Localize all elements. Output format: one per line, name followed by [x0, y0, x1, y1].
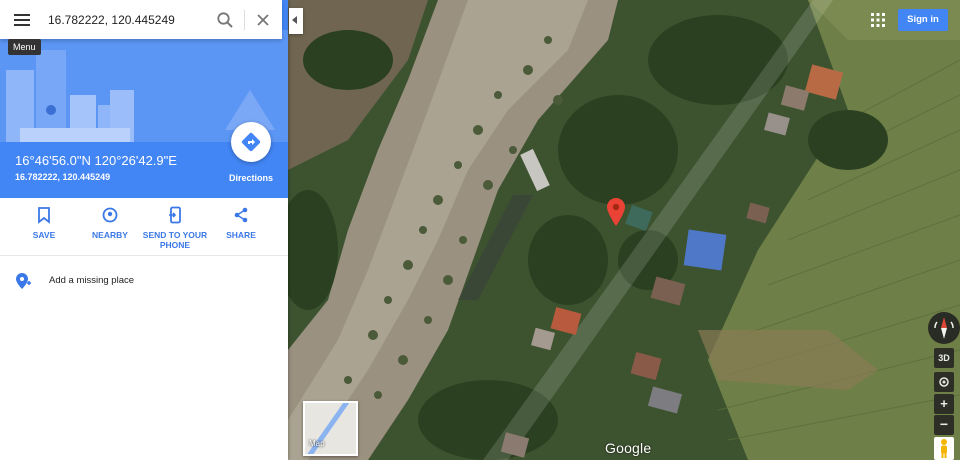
- share-icon: [234, 207, 248, 223]
- tilt-icon: [939, 377, 949, 387]
- nearby-button[interactable]: NEARBY: [77, 206, 143, 240]
- map-layer-toggle[interactable]: Map: [303, 401, 358, 456]
- save-button[interactable]: SAVE: [11, 206, 77, 240]
- 3d-toggle-button[interactable]: 3D: [934, 348, 954, 368]
- action-bar: SAVE NEARBY SEND TO YOUR PHONE SHARE: [0, 198, 288, 256]
- directions-button[interactable]: [231, 122, 271, 162]
- coordinates-decimal: 16.782222, 120.445249: [15, 172, 111, 182]
- bookmark-icon: [38, 207, 50, 224]
- location-pin-icon[interactable]: [607, 198, 625, 226]
- share-button[interactable]: SHARE: [208, 206, 274, 240]
- search-box: [0, 0, 282, 39]
- add-missing-place-button[interactable]: Add a missing place: [0, 262, 288, 300]
- send-to-phone-button[interactable]: SEND TO YOUR PHONE: [142, 206, 208, 250]
- map-layer-label: Map: [309, 439, 325, 448]
- directions-label[interactable]: Directions: [226, 173, 276, 183]
- pegman-icon[interactable]: [934, 437, 954, 460]
- sign-in-button[interactable]: Sign in: [898, 9, 948, 31]
- add-missing-place-label: Add a missing place: [49, 275, 135, 286]
- search-icon[interactable]: [214, 9, 236, 31]
- zoom-in-button[interactable]: +: [934, 394, 954, 414]
- send-to-phone-icon: [169, 206, 181, 224]
- collapse-panel-button[interactable]: [289, 8, 303, 34]
- apps-grid-icon[interactable]: [869, 11, 887, 29]
- close-icon[interactable]: [252, 9, 274, 31]
- tilt-button[interactable]: [934, 372, 954, 392]
- directions-icon: [241, 132, 261, 152]
- search-divider: [244, 10, 245, 30]
- chevron-left-icon: [292, 16, 297, 24]
- nearby-label: NEARBY: [92, 230, 128, 240]
- add-location-icon: [16, 273, 31, 289]
- save-label: SAVE: [32, 230, 56, 240]
- share-label: SHARE: [226, 230, 256, 240]
- zoom-out-button[interactable]: −: [934, 415, 954, 435]
- menu-tooltip: Menu: [8, 39, 41, 55]
- search-input[interactable]: [48, 10, 208, 30]
- satellite-map[interactable]: [288, 0, 960, 460]
- place-panel: Menu Directions 16°46'56.0"N 120°26'42.9…: [0, 0, 288, 460]
- compass-icon[interactable]: [928, 312, 960, 344]
- nearby-icon: [102, 207, 118, 223]
- send-to-phone-label: SEND TO YOUR PHONE: [142, 230, 208, 250]
- coordinates-dms: 16°46'56.0"N 120°26'42.9"E: [15, 153, 177, 168]
- google-logo: Google: [605, 440, 652, 456]
- satellite-imagery: [288, 0, 960, 460]
- menu-button[interactable]: [8, 7, 36, 33]
